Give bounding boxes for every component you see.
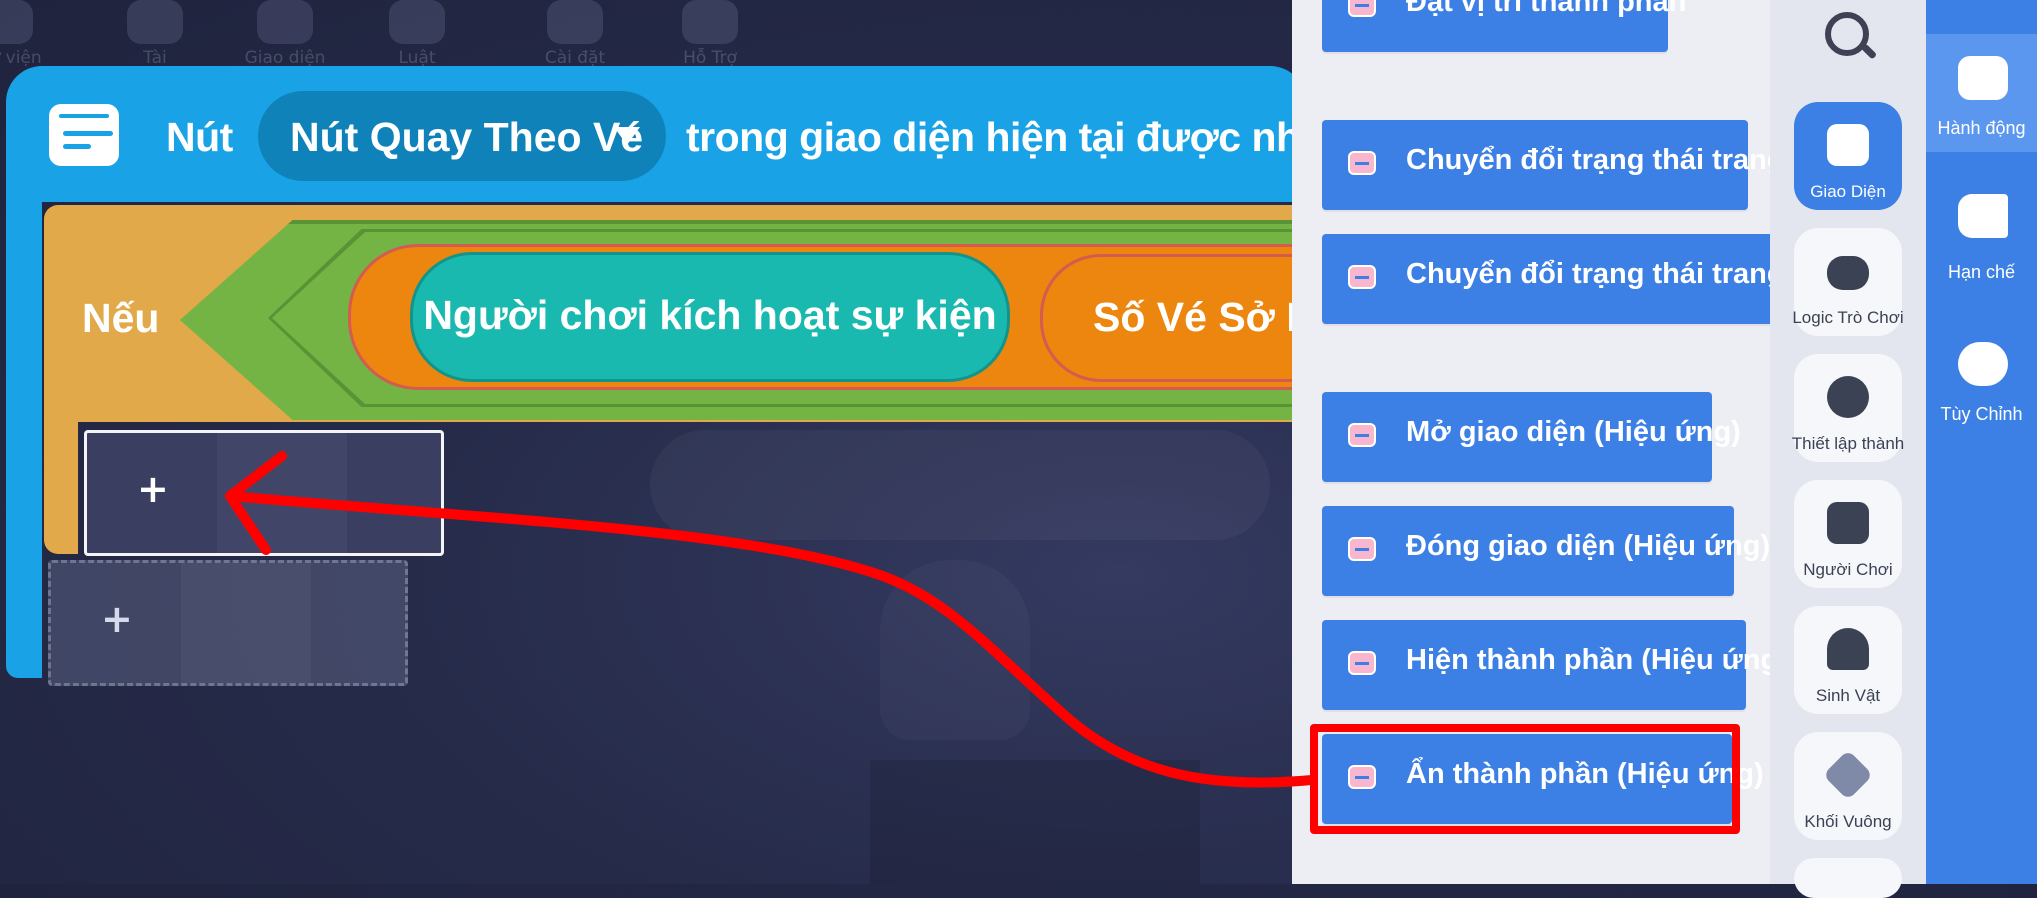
arrow-path: [225, 491, 1317, 788]
drag-arrow-annotation: [225, 451, 1317, 788]
